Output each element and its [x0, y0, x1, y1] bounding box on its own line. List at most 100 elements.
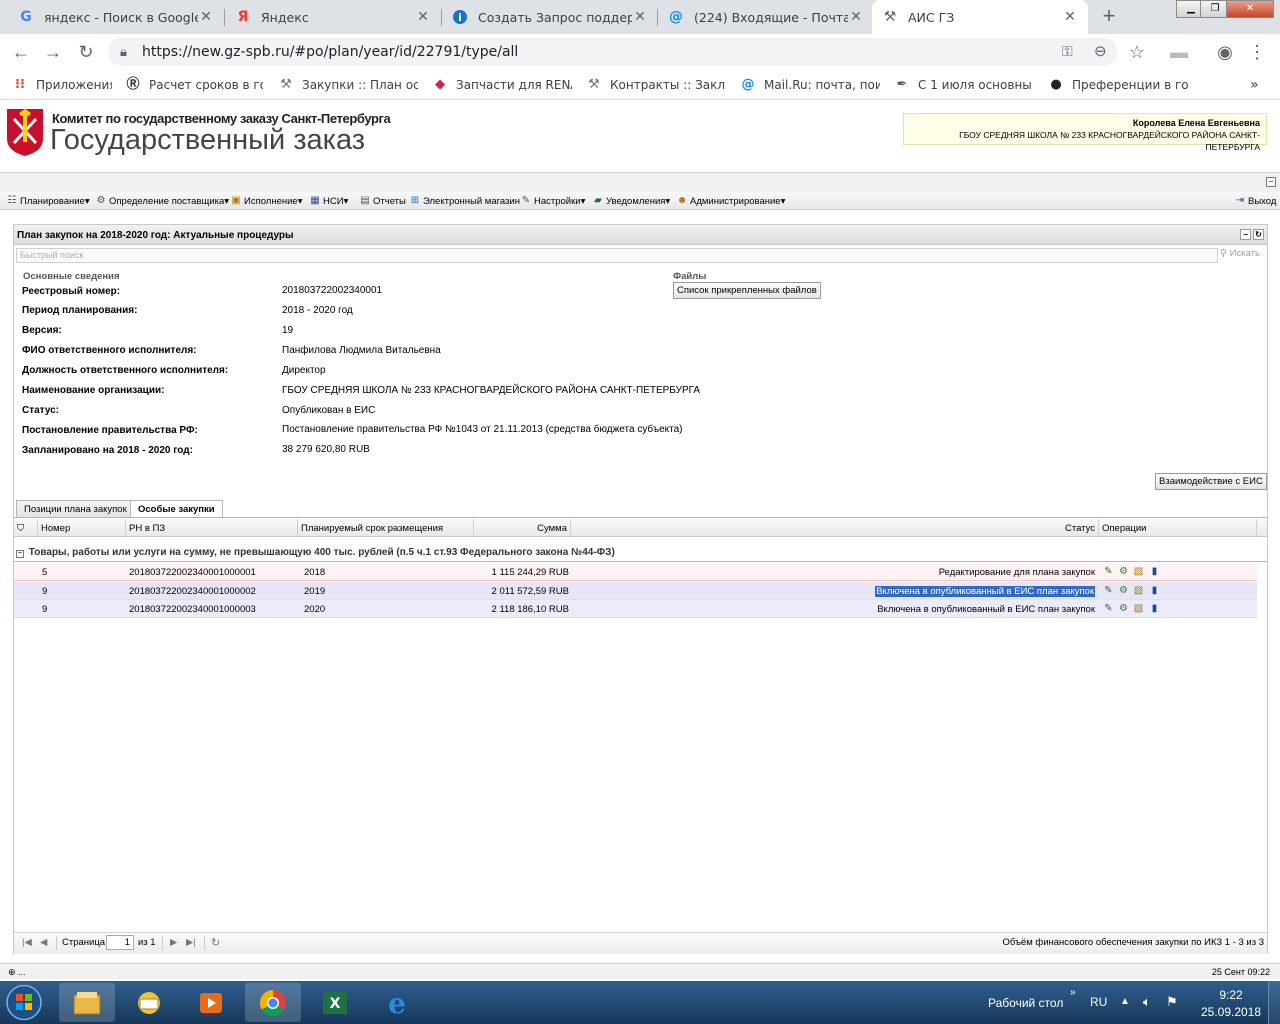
bookmark-item[interactable]: @ Mail.Ru: почта, поис: [740, 76, 881, 94]
browser-tab-active[interactable]: ⚒ АИС ГЗ ✕: [872, 0, 1088, 34]
document-icon[interactable]: ▧: [1133, 603, 1144, 615]
field-value: ГБОУ СРЕДНЯЯ ШКОЛА № 233 КРАСНОГВАРДЕЙСК…: [282, 385, 701, 396]
bookmark-star-icon[interactable]: ☆: [1126, 42, 1148, 64]
menu-supplier[interactable]: ⚙ Определение поставщика ▾: [95, 194, 230, 208]
first-page-icon[interactable]: |◀: [22, 937, 32, 948]
document-icon[interactable]: ▧: [1133, 585, 1144, 597]
table-row[interactable]: 9 201803722002340001000003 2020 2 118 18…: [14, 600, 1257, 618]
browser-tab[interactable]: @ (224) Входящие - Почта Ма ✕: [658, 0, 874, 34]
settings-icon[interactable]: ⚙: [1118, 566, 1129, 578]
prev-page-icon[interactable]: ◀: [40, 937, 47, 948]
close-tab-icon[interactable]: ✕: [198, 9, 214, 25]
new-tab-button[interactable]: +: [1096, 5, 1122, 29]
document-icon[interactable]: ▧: [1133, 566, 1144, 578]
menu-execution[interactable]: ▣ Исполнение ▾: [230, 194, 302, 208]
user-icon: ☻: [676, 195, 688, 206]
chart-icon[interactable]: ▮: [1149, 585, 1160, 597]
internet-explorer-icon[interactable]: e: [369, 983, 425, 1022]
menu-reports[interactable]: ▤ Отчеты: [359, 194, 406, 208]
column-term[interactable]: Планируемый срок размещения: [298, 519, 474, 537]
close-tab-icon[interactable]: ✕: [632, 9, 648, 25]
collapse-group-icon[interactable]: −: [16, 550, 24, 558]
table-row[interactable]: 9 201803722002340001000002 2019 2 011 57…: [14, 582, 1257, 600]
address-bar[interactable]: 🔒︎ https://new.gz-spb.ru/#po/plan/year/i…: [108, 38, 1118, 66]
tray-up-icon[interactable]: ▲: [1120, 996, 1130, 1007]
chrome-icon[interactable]: [245, 983, 301, 1022]
group-row[interactable]: − Товары, работы или услуги на сумму, не…: [14, 542, 1267, 562]
bookmark-item[interactable]: ◆ Запчасти для RENAU: [432, 76, 572, 94]
close-tab-icon[interactable]: ✕: [415, 9, 431, 25]
excel-icon[interactable]: X: [307, 983, 363, 1022]
browser-tab[interactable]: G яндекс - Поиск в Google ✕: [8, 0, 224, 34]
language-indicator[interactable]: RU: [1090, 995, 1107, 1009]
table-row[interactable]: 5 201803722002340001000001 2018 1 115 24…: [14, 563, 1257, 581]
bookmark-item[interactable]: Ⓡ Расчет сроков в гос: [125, 76, 263, 94]
settings-icon[interactable]: ⚙: [1118, 603, 1129, 615]
key-icon[interactable]: ⚿: [1062, 43, 1073, 60]
speaker-icon[interactable]: 🔈︎: [1143, 994, 1151, 1010]
menu-administration[interactable]: ☻ Администрирование ▾: [676, 194, 786, 208]
logout-button[interactable]: ⇥ Выход: [1234, 194, 1277, 208]
column-rn[interactable]: РН в ПЗ: [126, 519, 298, 537]
edit-icon[interactable]: ✎: [1103, 585, 1114, 597]
extension-icon[interactable]: ▬: [1168, 42, 1190, 64]
close-tab-icon[interactable]: ✕: [1062, 9, 1078, 25]
close-window-button[interactable]: ✕: [1226, 0, 1274, 18]
browser-tab[interactable]: i Создать Запрос поддержки ✕: [442, 0, 658, 34]
back-button[interactable]: ←: [10, 42, 32, 64]
filter-icon[interactable]: ⛉: [14, 519, 38, 537]
last-page-icon[interactable]: ▶|: [186, 937, 196, 948]
reload-button[interactable]: ↻: [75, 42, 97, 64]
browser-tab[interactable]: Я Яндекс ✕: [225, 0, 441, 34]
menu-nsi[interactable]: ▦ НСИ ▾: [309, 194, 348, 208]
menu-notifications[interactable]: ▰ Уведомления ▾: [592, 194, 670, 208]
column-sum[interactable]: Сумма: [474, 519, 571, 537]
menu-planning[interactable]: ☷ Планирование ▾: [6, 194, 90, 208]
collapse-icon[interactable]: −: [1266, 177, 1276, 187]
zoom-icon[interactable]: ⊖: [1094, 42, 1107, 60]
profile-icon[interactable]: ◉: [1214, 42, 1236, 64]
settings-icon[interactable]: ⚙: [1118, 585, 1129, 597]
bookmark-apps[interactable]: ⁝⁝ Приложения: [12, 76, 112, 94]
edit-icon[interactable]: ✎: [1103, 566, 1114, 578]
bookmark-item[interactable]: ⚒ Закупки :: План осу: [278, 76, 418, 94]
column-status[interactable]: Статус: [571, 519, 1099, 537]
show-desktop-button[interactable]: [1268, 981, 1280, 1024]
tab-special-purchases[interactable]: Особые закупки: [130, 500, 223, 518]
bookmark-item[interactable]: ✒ С 1 июля основные: [894, 76, 1032, 94]
status-bar: ⊕ ... 25 Сент 09:22: [0, 963, 1280, 979]
column-number[interactable]: Номер: [38, 519, 126, 537]
quick-search-input[interactable]: Быстрый поиск: [16, 248, 1218, 263]
chart-icon[interactable]: ▮: [1149, 603, 1160, 615]
explorer-icon[interactable]: [59, 983, 115, 1022]
bookmark-item[interactable]: ⚒ Контракты :: Заключ: [586, 76, 726, 94]
clock[interactable]: 9:22 25.09.2018: [1200, 988, 1262, 1019]
media-player-icon[interactable]: [183, 983, 239, 1022]
flag-icon[interactable]: ⚑: [1166, 994, 1178, 1010]
start-button[interactable]: [3, 983, 45, 1022]
page-number-input[interactable]: 1: [106, 935, 134, 950]
menu-eshop[interactable]: ⊞ Электронный магазин: [409, 194, 520, 208]
column-operations[interactable]: Операции: [1099, 519, 1257, 537]
chevron-icon[interactable]: »: [1070, 987, 1076, 998]
desktop-label[interactable]: Рабочий стол: [988, 996, 1063, 1010]
edit-icon[interactable]: ✎: [1103, 603, 1114, 615]
clock-date: 25.09.2018: [1200, 1005, 1262, 1019]
more-bookmarks-button[interactable]: »: [1250, 76, 1264, 94]
forward-button[interactable]: →: [42, 42, 64, 64]
attached-files-button[interactable]: Список прикрепленных файлов: [673, 282, 821, 299]
menu-dots-icon[interactable]: ⋮: [1246, 42, 1268, 64]
bookmark-item[interactable]: ● Преференции в гос: [1048, 76, 1188, 94]
gavel-icon: ⚒: [280, 77, 292, 92]
minimize-panel-icon[interactable]: −: [1240, 229, 1251, 240]
chart-icon[interactable]: ▮: [1149, 566, 1160, 578]
next-page-icon[interactable]: ▶: [170, 937, 177, 948]
menu-settings[interactable]: ✎ Настройки ▾: [520, 194, 586, 208]
search-button[interactable]: ⚲ Искать: [1220, 248, 1265, 263]
refresh-icon[interactable]: ↻: [211, 936, 220, 949]
outlook-icon[interactable]: [121, 983, 177, 1022]
eis-interaction-button[interactable]: Взаимодействие с ЕИС: [1155, 473, 1267, 490]
close-tab-icon[interactable]: ✕: [848, 9, 864, 25]
refresh-panel-icon[interactable]: ↻: [1253, 229, 1264, 240]
tab-plan-positions[interactable]: Позиции плана закупок: [16, 500, 135, 517]
